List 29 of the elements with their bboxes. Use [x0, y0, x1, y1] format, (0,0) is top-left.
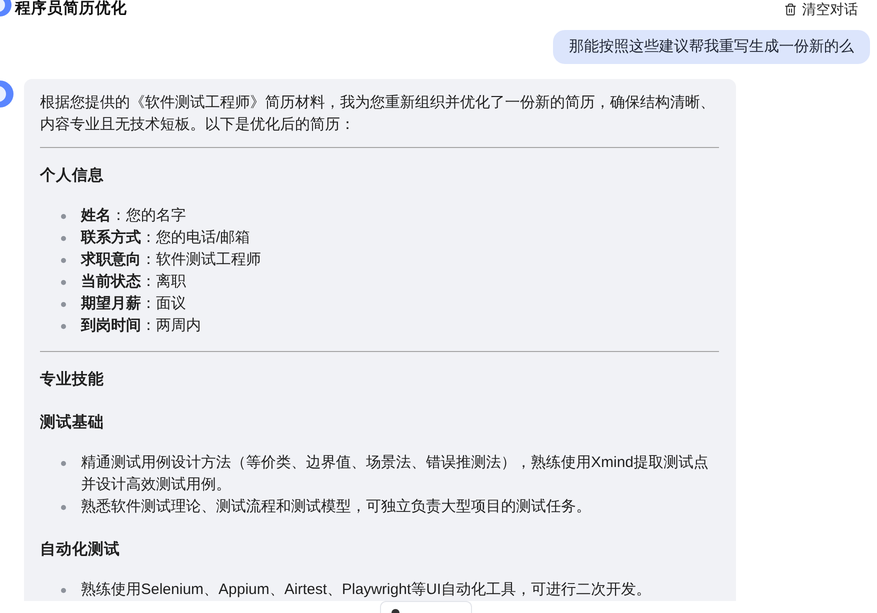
list-item-text: 姓名：您的名字 [81, 206, 187, 226]
bullet-icon [61, 302, 66, 307]
list-item-text: 期望月薪：面议 [81, 294, 187, 314]
section-heading: 个人信息 [40, 166, 104, 186]
list-item-text: 熟悉软件测试理论、测试流程和测试模型，可独立负责大型项目的测试任务。 [81, 497, 592, 517]
list-item-text: 精通测试用例设计方法（等价类、边界值、场景法、错误推测法），熟练使用Xmind提取测试点并设计高效测试用例。 [81, 453, 710, 495]
bullet-icon [61, 280, 66, 285]
bullet-icon [61, 214, 66, 219]
bullet-icon [61, 258, 66, 263]
section-heading: 专业技能 [40, 370, 104, 390]
list-item-text: 联系方式：您的电话/邮箱 [81, 228, 252, 248]
list-item-text: 到岗时间：两周内 [81, 316, 202, 336]
bullet-icon [61, 461, 66, 466]
bullet-icon [61, 324, 66, 329]
trash-icon [784, 2, 797, 16]
avatar-icon [0, 80, 14, 108]
section-heading: 测试基础 [40, 413, 104, 433]
bullet-icon [61, 588, 66, 593]
clear-chat-button[interactable]: 清空对话 [784, 0, 858, 18]
list-item-text: 当前状态：离职 [81, 272, 187, 292]
bullet-icon [61, 236, 66, 241]
list-item-text: 熟练使用Selenium、Appium、Airtest、Playwright等UI自动化工具，可进行二次开发。 [81, 580, 652, 600]
user-message-bubble: 那能按照这些建议帮我重写生成一份新的么 [553, 30, 870, 64]
list-item-text: 求职意向：软件测试工程师 [81, 250, 262, 270]
message-paragraph: 根据您提供的《软件测试工程师》简历材料，我为您重新组织并优化了一份新的简历，确保结构清晰、内容专业且无技术短板。以下是优化后的简历： [40, 93, 716, 135]
bullet-icon [61, 505, 66, 510]
section-heading: 自动化测试 [40, 540, 120, 560]
stop-button[interactable] [380, 601, 472, 613]
avatar-icon [0, 0, 12, 18]
